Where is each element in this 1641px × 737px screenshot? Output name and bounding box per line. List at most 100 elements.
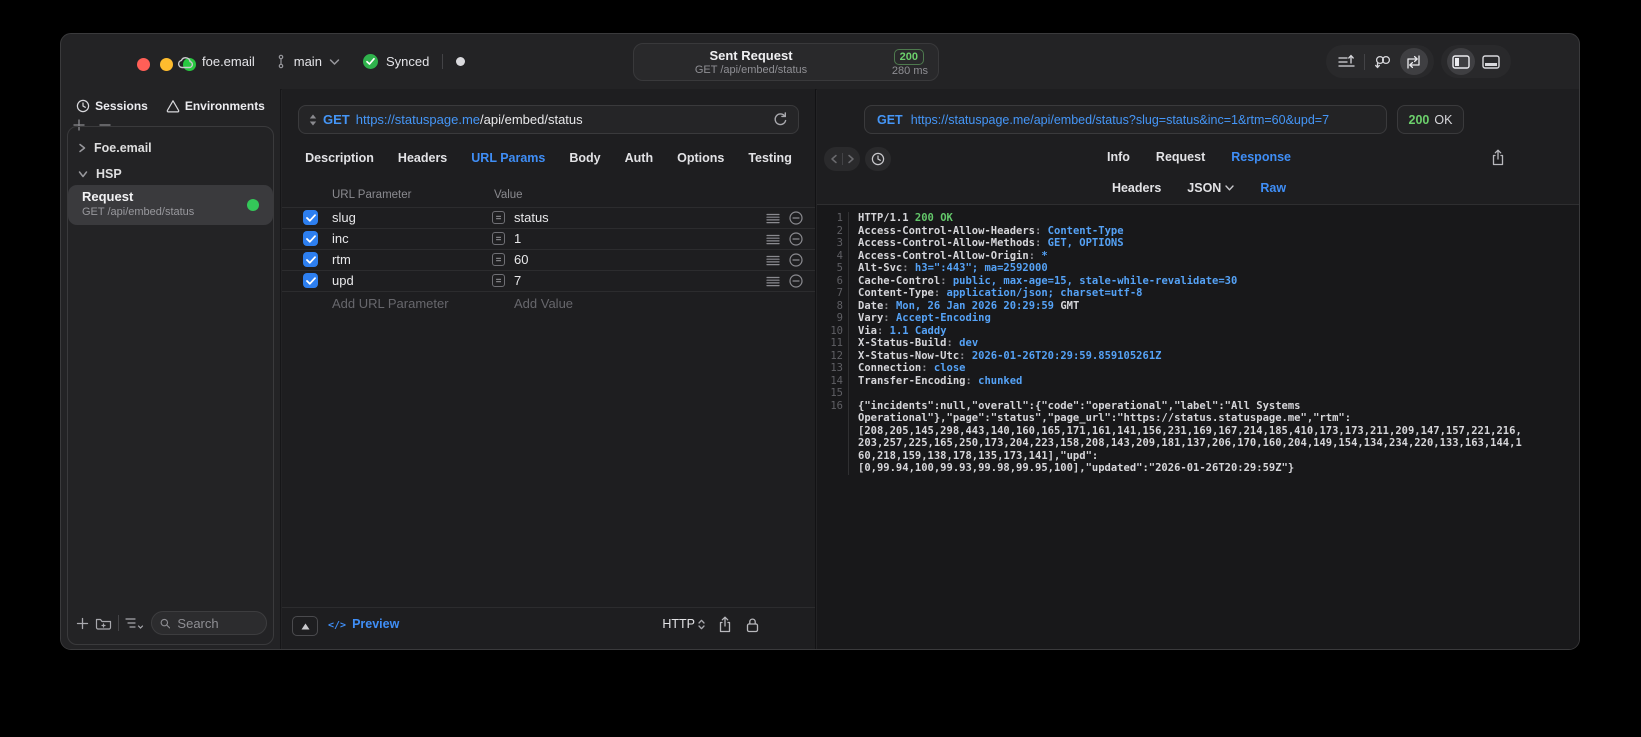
collapse-editor-button[interactable] (292, 616, 318, 636)
line-number: 6 (836, 274, 843, 287)
export-response-button[interactable] (1491, 149, 1505, 166)
param-name-input[interactable]: rtm (332, 252, 351, 267)
response-line: 9 Vary: Accept-Encoding (817, 312, 1579, 325)
tree-item-hsp[interactable]: HSP (78, 165, 263, 183)
tab-headers[interactable]: Headers (398, 151, 447, 165)
response-line: [0,99.94,100,99.93,99.98,99.95,100],"upd… (817, 462, 1579, 475)
reorder-handle-icon[interactable] (766, 213, 780, 224)
response-method: GET (877, 112, 903, 127)
request-status-pill[interactable]: Sent Request GET /api/embed/status 200 2… (633, 43, 939, 81)
param-checkbox[interactable] (303, 273, 318, 288)
response-raw-view[interactable]: 1 HTTP/1.1 200 OK 2 Access-Control-Allow-He… (817, 204, 1579, 649)
close-window-button[interactable] (137, 58, 150, 71)
preview-button[interactable]: Preview (328, 617, 399, 631)
tab-request[interactable]: Request (1156, 150, 1205, 164)
ssl-lock-button[interactable] (746, 617, 759, 633)
share-request-button[interactable] (718, 616, 732, 633)
equals-icon: = (492, 232, 505, 245)
param-value-input[interactable]: 1 (514, 231, 521, 246)
param-value-input[interactable]: status (514, 210, 549, 225)
param-row-upd: upd = 7 (282, 270, 815, 291)
import-export-icon[interactable] (1332, 48, 1360, 75)
tab-sessions[interactable]: Sessions (76, 99, 148, 113)
reload-icon[interactable] (773, 112, 788, 127)
tab-description[interactable]: Description (305, 151, 374, 165)
exchange-viewer-pane: GET https://statuspage.me/api/embed/stat… (817, 89, 1579, 649)
reorder-handle-icon[interactable] (766, 234, 780, 245)
param-value-input[interactable]: 7 (514, 273, 521, 288)
response-line: Operational"},"page":"status","page_url"… (817, 412, 1579, 425)
response-status-box: 200 OK (1397, 105, 1464, 134)
tab-environments[interactable]: Environments (166, 99, 265, 113)
exchange-nav-row: Info Request Response (817, 147, 1579, 171)
param-row-inc: inc = 1 (282, 228, 815, 249)
toggle-sidebar-icon[interactable] (1447, 48, 1475, 75)
sessions-panel: Foe.email HSP Request GET /api/embed/sta… (67, 126, 274, 645)
titlebar-divider (442, 54, 444, 69)
app-window: foe.email main Synced Sent Request GET /… (60, 33, 1580, 650)
view-tab-headers[interactable]: Headers (1112, 181, 1161, 195)
request-list-item-selected[interactable]: Request GET /api/embed/status (68, 185, 273, 225)
remove-param-button[interactable] (789, 274, 803, 288)
param-name-input[interactable]: upd (332, 273, 354, 288)
response-line: 60,218,159,138,178,135,173,141],"upd": (817, 449, 1579, 462)
new-request-button[interactable] (76, 617, 89, 630)
view-tab-json[interactable]: JSON (1187, 181, 1235, 195)
response-line: 1 HTTP/1.1 200 OK (817, 212, 1579, 225)
exchange-tab-bar: Info Request Response (817, 150, 1579, 164)
toggle-bottom-panel-icon[interactable] (1477, 48, 1505, 75)
tab-url-params[interactable]: URL Params (471, 151, 545, 165)
response-line: 14 Transfer-Encoding: chunked (817, 374, 1579, 387)
project-name[interactable]: foe.email (202, 54, 255, 69)
tab-options[interactable]: Options (677, 151, 724, 165)
tab-auth[interactable]: Auth (625, 151, 653, 165)
search-input[interactable] (175, 614, 258, 632)
minimize-window-button[interactable] (160, 58, 173, 71)
tab-testing[interactable]: Testing (748, 151, 792, 165)
environments-icon (166, 100, 180, 113)
search-box[interactable] (151, 611, 267, 635)
sync-status-label[interactable]: Synced (386, 54, 429, 69)
request-method[interactable]: GET (323, 112, 350, 127)
remove-param-button[interactable] (789, 232, 803, 246)
chevron-down-icon (1225, 185, 1235, 191)
param-name-input[interactable]: inc (332, 231, 349, 246)
code-icon (328, 617, 346, 631)
request-url-bar[interactable]: GET https://statuspage.me/api/embed/stat… (298, 105, 799, 134)
reorder-handle-icon[interactable] (766, 255, 780, 266)
param-value-input[interactable]: 60 (514, 252, 528, 267)
sort-list-button[interactable] (125, 617, 145, 629)
line-number: 5 (836, 262, 843, 274)
request-status-dot (247, 199, 259, 211)
param-checkbox[interactable] (303, 231, 318, 246)
chevron-down-icon[interactable] (329, 58, 340, 66)
view-tab-raw[interactable]: Raw (1260, 181, 1286, 195)
response-line: 5 Alt-Svc: h3=":443"; ma=2592000 (817, 262, 1579, 275)
resend-request-icon[interactable] (1399, 48, 1429, 75)
tab-body[interactable]: Body (569, 151, 600, 165)
tab-response[interactable]: Response (1231, 150, 1291, 164)
tab-info[interactable]: Info (1107, 150, 1130, 164)
add-value-placeholder[interactable]: Add Value (514, 296, 573, 311)
method-stepper-icon[interactable] (309, 114, 317, 126)
param-row-rtm: rtm = 60 (282, 249, 815, 270)
param-checkbox[interactable] (303, 210, 318, 225)
param-checkbox[interactable] (303, 252, 318, 267)
column-header-value: Value (494, 189, 523, 201)
remove-param-button[interactable] (789, 253, 803, 267)
duration-label: 280 ms (891, 65, 928, 77)
reorder-handle-icon[interactable] (766, 276, 780, 287)
line-number: 11 (830, 337, 843, 349)
branch-selector[interactable]: main (294, 54, 322, 69)
tree-item-foe-email[interactable]: Foe.email (78, 139, 263, 157)
line-number: 13 (830, 362, 843, 374)
sent-request-url-box[interactable]: GET https://statuspage.me/api/embed/stat… (864, 105, 1387, 134)
new-folder-button[interactable] (95, 616, 112, 630)
add-param-placeholder[interactable]: Add URL Parameter (332, 296, 449, 311)
param-name-input[interactable]: slug (332, 210, 356, 225)
protocol-selector[interactable]: HTTP (662, 617, 705, 631)
line-number: 15 (830, 387, 843, 399)
add-param-row[interactable]: Add URL Parameter Add Value (282, 291, 815, 314)
loop-download-icon[interactable] (1369, 48, 1397, 75)
remove-param-button[interactable] (789, 211, 803, 225)
